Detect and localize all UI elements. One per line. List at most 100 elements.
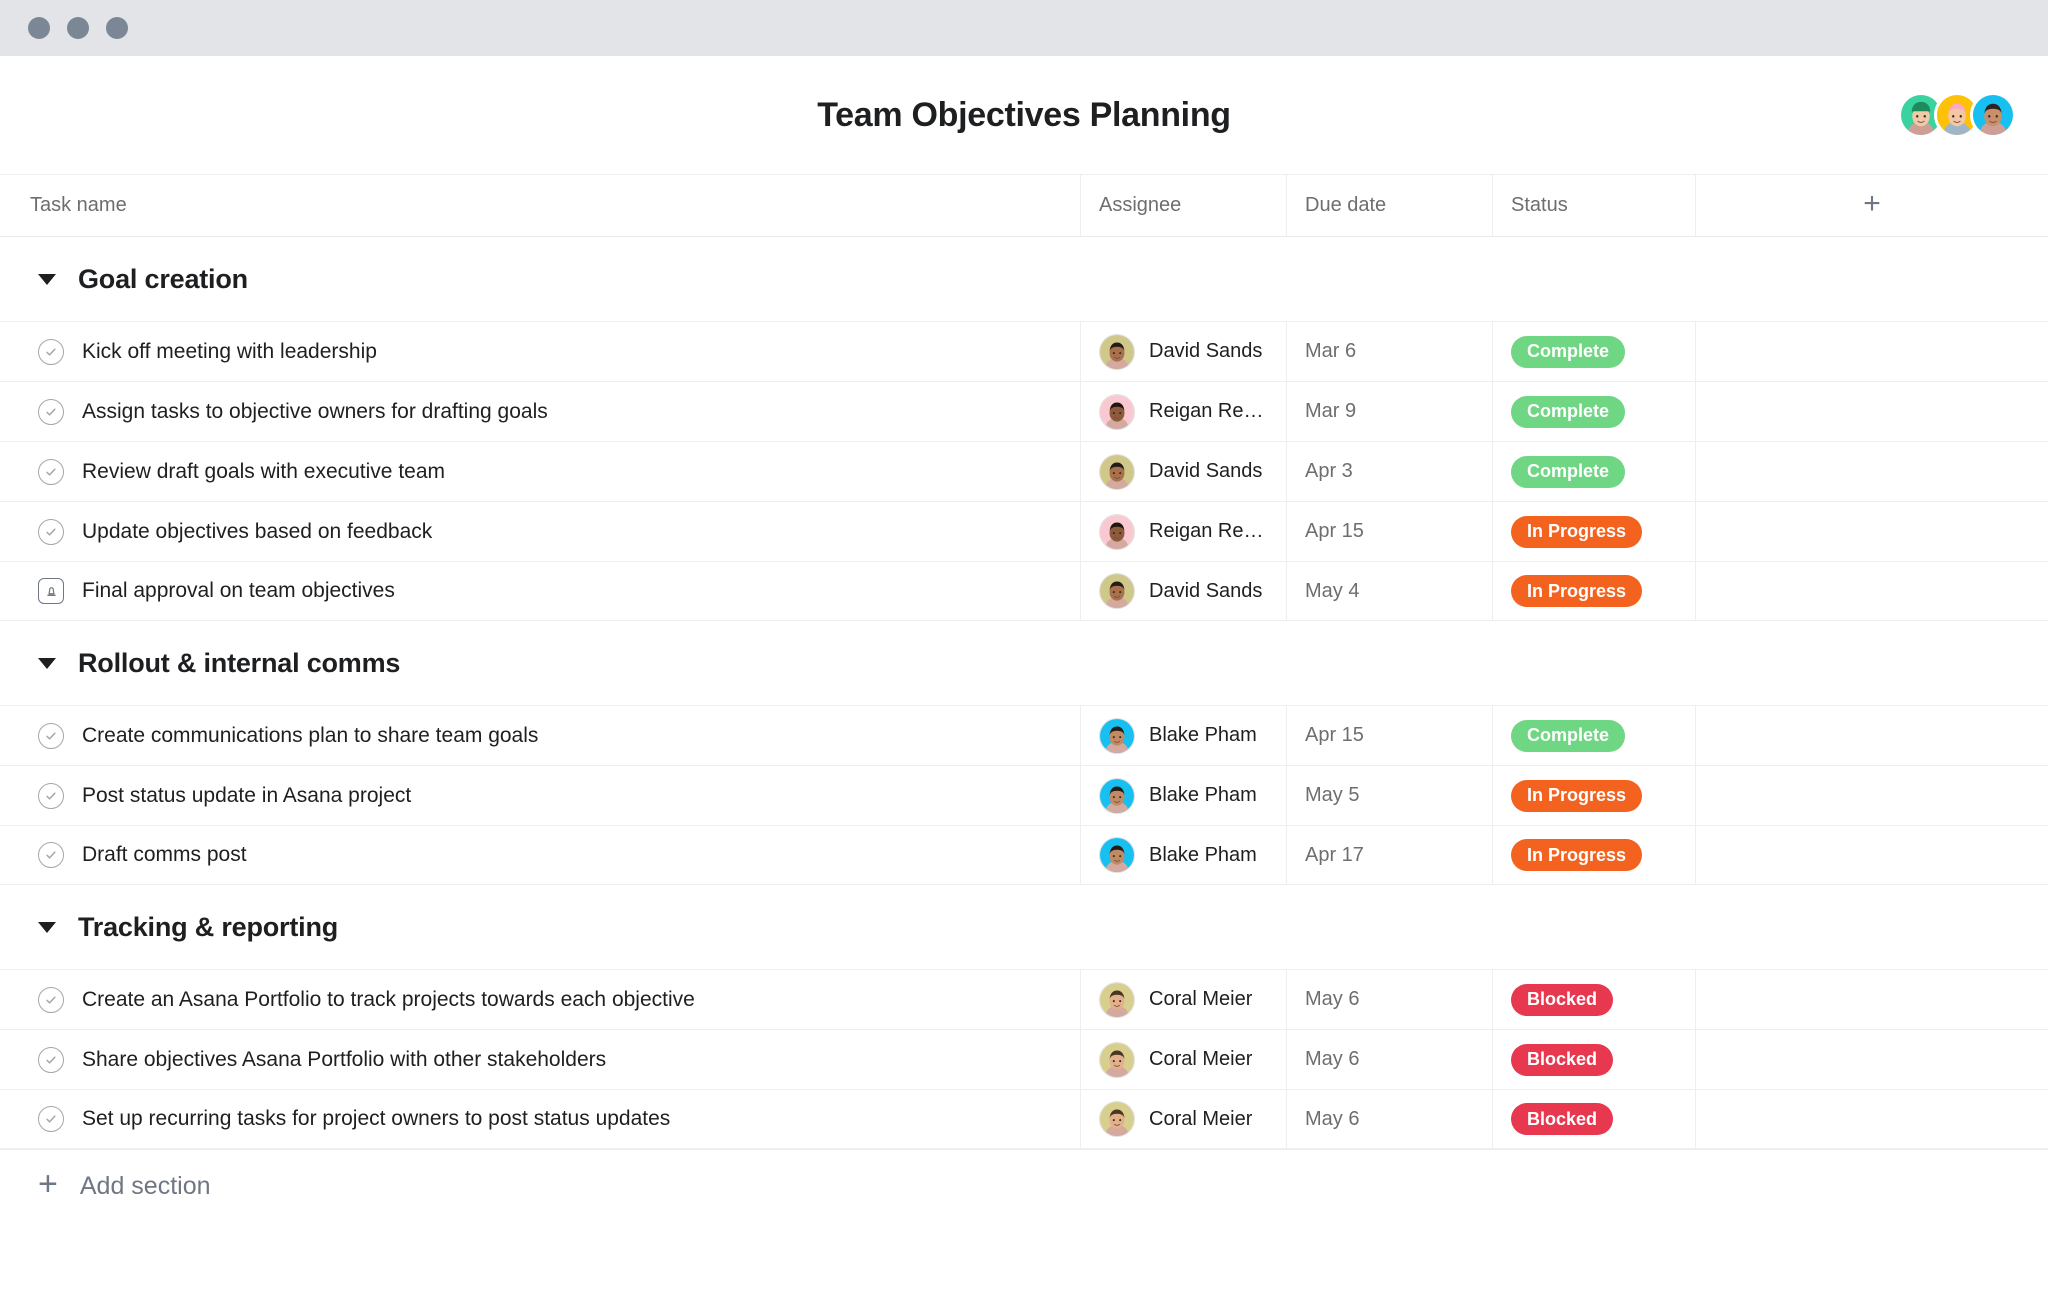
task-name-cell[interactable]: Kick off meeting with leadership: [0, 322, 1080, 381]
status-badge[interactable]: Blocked: [1511, 1103, 1614, 1135]
table-row[interactable]: Final approval on team objectives David …: [0, 561, 2048, 621]
table-row[interactable]: Kick off meeting with leadership David S…: [0, 321, 2048, 381]
status-badge[interactable]: In Progress: [1511, 779, 1643, 812]
assignee-cell[interactable]: Reigan Rea…: [1080, 382, 1286, 441]
task-name-cell[interactable]: Create an Asana Portfolio to track proje…: [0, 970, 1080, 1029]
add-column-button[interactable]: +: [1695, 175, 2048, 236]
due-date-cell[interactable]: May 6: [1286, 970, 1492, 1029]
status-badge[interactable]: Complete: [1511, 395, 1626, 428]
check-circle-icon[interactable]: [38, 1046, 64, 1073]
status-cell[interactable]: In Progress: [1492, 502, 1695, 561]
chevron-down-icon[interactable]: [38, 273, 56, 285]
table-row[interactable]: Review draft goals with executive team D…: [0, 441, 2048, 501]
approval-stamp-icon[interactable]: [38, 578, 64, 604]
check-circle-icon[interactable]: [38, 458, 64, 485]
due-date-cell[interactable]: Apr 15: [1286, 706, 1492, 765]
task-name-cell[interactable]: Share objectives Asana Portfolio with ot…: [0, 1030, 1080, 1089]
check-circle-icon[interactable]: [38, 842, 64, 868]
window-minimize-button[interactable]: [67, 17, 89, 39]
status-cell[interactable]: In Progress: [1492, 562, 1695, 620]
table-row[interactable]: Post status update in Asana project Blak…: [0, 765, 2048, 825]
assignee-label: David Sands: [1149, 579, 1263, 602]
window-close-button[interactable]: [28, 17, 50, 39]
status-cell[interactable]: Blocked: [1492, 1030, 1695, 1089]
assignee-cell[interactable]: Reigan Rea…: [1080, 502, 1286, 561]
member-avatar-stack[interactable]: [1898, 92, 2016, 138]
check-circle-icon[interactable]: [38, 338, 64, 365]
column-header-assignee[interactable]: Assignee: [1080, 175, 1286, 236]
status-badge[interactable]: Complete: [1511, 719, 1626, 752]
status-cell[interactable]: Complete: [1492, 706, 1695, 765]
status-cell[interactable]: Complete: [1492, 382, 1695, 441]
assignee-label: Coral Meier: [1149, 1048, 1253, 1070]
task-name-cell[interactable]: Review draft goals with executive team: [0, 442, 1080, 501]
due-date-cell[interactable]: Apr 17: [1286, 826, 1492, 884]
assignee-cell[interactable]: Blake Pham: [1080, 706, 1286, 765]
table-row[interactable]: Share objectives Asana Portfolio with ot…: [0, 1029, 2048, 1089]
task-name-cell[interactable]: Final approval on team objectives: [0, 562, 1080, 620]
table-row[interactable]: Create communications plan to share team…: [0, 705, 2048, 765]
table-row[interactable]: Set up recurring tasks for project owner…: [0, 1089, 2048, 1149]
table-row[interactable]: Draft comms post Blake Pham Apr 17 In Pr…: [0, 825, 2048, 885]
due-date-cell[interactable]: May 6: [1286, 1090, 1492, 1148]
assignee-cell[interactable]: David Sands: [1080, 562, 1286, 620]
column-header-task-name[interactable]: Task name: [0, 175, 1080, 236]
check-circle-icon[interactable]: [38, 722, 64, 749]
status-cell[interactable]: Blocked: [1492, 970, 1695, 1029]
due-date-cell[interactable]: Mar 9: [1286, 382, 1492, 441]
status-badge[interactable]: Blocked: [1511, 1043, 1614, 1076]
due-date-cell[interactable]: Apr 3: [1286, 442, 1492, 501]
add-section-button[interactable]: + Add section: [0, 1149, 2048, 1223]
status-badge[interactable]: Complete: [1511, 455, 1626, 488]
task-name-cell[interactable]: Post status update in Asana project: [0, 766, 1080, 825]
check-circle-icon[interactable]: [38, 782, 64, 809]
status-cell[interactable]: In Progress: [1492, 766, 1695, 825]
status-cell[interactable]: Blocked: [1492, 1090, 1695, 1148]
status-cell[interactable]: Complete: [1492, 322, 1695, 381]
check-circle-icon[interactable]: [38, 986, 64, 1013]
column-header-due-date[interactable]: Due date: [1286, 175, 1492, 236]
status-cell[interactable]: Complete: [1492, 442, 1695, 501]
window-maximize-button[interactable]: [106, 17, 128, 39]
assignee-cell[interactable]: Coral Meier: [1080, 970, 1286, 1029]
task-name-cell[interactable]: Update objectives based on feedback: [0, 502, 1080, 561]
status-badge[interactable]: In Progress: [1511, 839, 1643, 871]
chevron-down-icon[interactable]: [38, 657, 56, 669]
chevron-down-icon[interactable]: [38, 921, 56, 933]
assignee-cell[interactable]: Blake Pham: [1080, 766, 1286, 825]
task-name-cell[interactable]: Assign tasks to objective owners for dra…: [0, 382, 1080, 441]
due-date-label: Apr 15: [1305, 520, 1364, 542]
section-header[interactable]: Tracking & reporting: [0, 885, 2048, 969]
check-circle-icon[interactable]: [38, 398, 64, 425]
due-date-cell[interactable]: May 5: [1286, 766, 1492, 825]
task-name-label: Kick off meeting with leadership: [82, 339, 377, 363]
column-header-status[interactable]: Status: [1492, 175, 1695, 236]
status-badge[interactable]: In Progress: [1511, 575, 1643, 607]
empty-cell: [1695, 562, 2048, 620]
check-circle-icon[interactable]: [38, 518, 64, 545]
due-date-cell[interactable]: May 4: [1286, 562, 1492, 620]
assignee-cell[interactable]: Blake Pham: [1080, 826, 1286, 884]
task-name-cell[interactable]: Draft comms post: [0, 826, 1080, 884]
due-date-cell[interactable]: May 6: [1286, 1030, 1492, 1089]
status-badge[interactable]: In Progress: [1511, 515, 1643, 548]
section-header[interactable]: Goal creation: [0, 237, 2048, 321]
table-row[interactable]: Assign tasks to objective owners for dra…: [0, 381, 2048, 441]
assignee-cell[interactable]: David Sands: [1080, 442, 1286, 501]
section-header[interactable]: Rollout & internal comms: [0, 621, 2048, 705]
table-row[interactable]: Update objectives based on feedback Reig…: [0, 501, 2048, 561]
table-row[interactable]: Create an Asana Portfolio to track proje…: [0, 969, 2048, 1029]
assignee-cell[interactable]: Coral Meier: [1080, 1030, 1286, 1089]
check-circle-icon[interactable]: [38, 1106, 64, 1132]
assignee-cell[interactable]: David Sands: [1080, 322, 1286, 381]
task-name-cell[interactable]: Set up recurring tasks for project owner…: [0, 1090, 1080, 1148]
status-badge[interactable]: Blocked: [1511, 983, 1614, 1016]
status-cell[interactable]: In Progress: [1492, 826, 1695, 884]
task-name-label: Update objectives based on feedback: [82, 519, 433, 543]
avatar[interactable]: [1970, 92, 2016, 138]
due-date-cell[interactable]: Mar 6: [1286, 322, 1492, 381]
status-badge[interactable]: Complete: [1511, 335, 1626, 368]
task-name-cell[interactable]: Create communications plan to share team…: [0, 706, 1080, 765]
assignee-cell[interactable]: Coral Meier: [1080, 1090, 1286, 1148]
due-date-cell[interactable]: Apr 15: [1286, 502, 1492, 561]
